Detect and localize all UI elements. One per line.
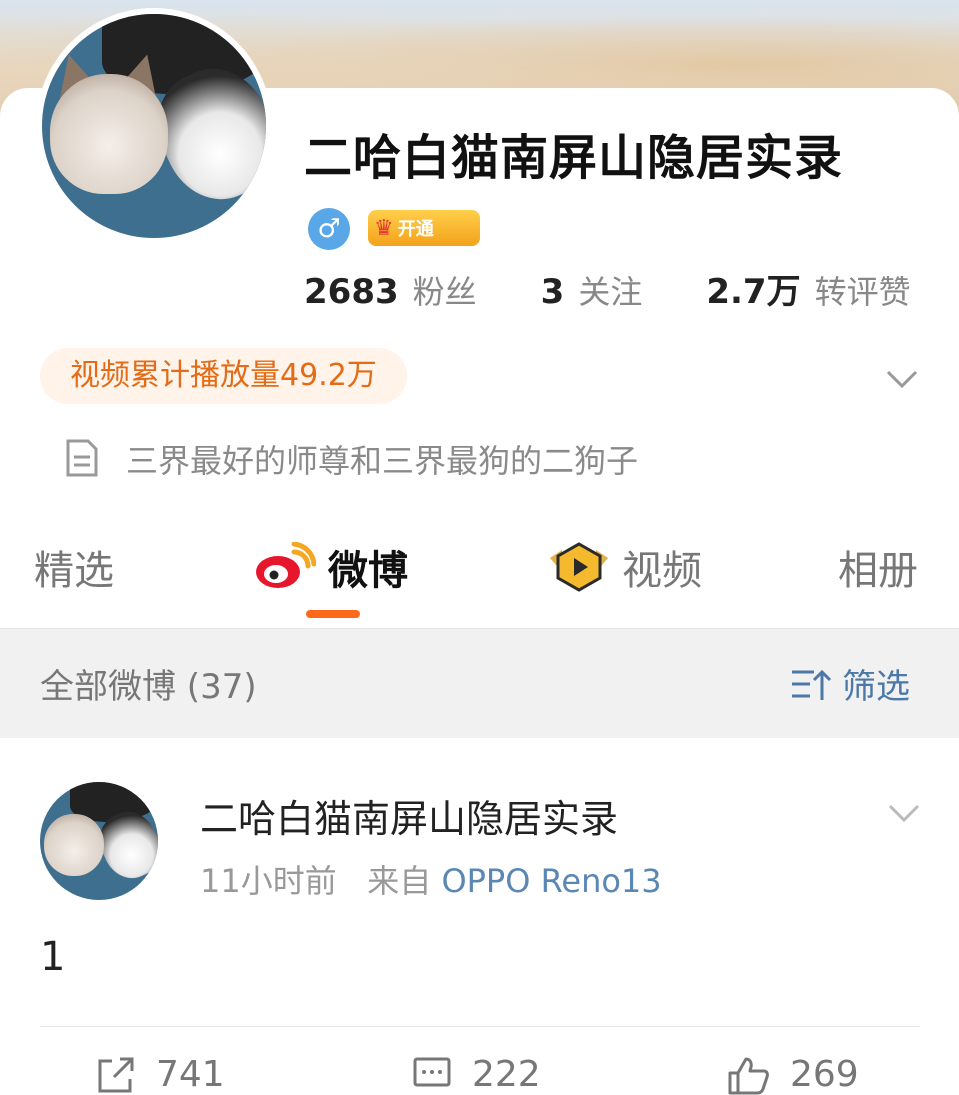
crown-icon: ♛ <box>374 215 394 241</box>
tab-album[interactable]: 相册 <box>838 538 918 596</box>
video-channel-icon <box>550 542 608 592</box>
filter-button[interactable]: 筛选 <box>790 659 910 708</box>
active-tab-indicator <box>306 610 360 618</box>
thumbs-up-icon <box>728 1057 769 1094</box>
like-count: 269 <box>790 1054 859 1095</box>
chevron-down-icon[interactable] <box>884 360 920 396</box>
repost-icon <box>98 1057 134 1092</box>
post-text: 1 <box>40 934 66 980</box>
profile-card: 二哈白猫南屏山隐居实录 ♂ ♛ 开通 2683 粉丝 3 关注 2.7万 转评赞… <box>0 8 959 628</box>
comment-count: 222 <box>472 1054 541 1095</box>
profile-intro: 三界最好的师尊和三界最狗的二狗子 <box>126 442 639 480</box>
post-meta: 11小时前 来自 OPPO Reno13 <box>200 856 662 902</box>
filter-bar: 全部微博 (37) 筛选 <box>0 628 959 739</box>
tab-label: 微博 <box>328 548 408 594</box>
tab-label: 精选 <box>34 548 114 594</box>
post-source-prefix: 来自 <box>367 862 432 900</box>
avatar[interactable] <box>42 14 266 238</box>
repost-count: 741 <box>156 1054 225 1095</box>
weibo-logo-icon <box>256 542 316 588</box>
stat-label: 粉丝 <box>412 273 477 311</box>
post-author-name[interactable]: 二哈白猫南屏山隐居实录 <box>200 788 618 843</box>
tab-video[interactable]: 视频 <box>548 538 702 596</box>
profile-tabs: 精选 微博 视频 相册 <box>0 528 959 628</box>
comment-button[interactable]: 222 <box>412 1054 541 1095</box>
profile-name: 二哈白猫南屏山隐居实录 <box>304 130 844 186</box>
chevron-down-icon[interactable] <box>886 794 922 830</box>
post-author-avatar[interactable] <box>40 782 158 900</box>
stat-value: 2683 <box>304 272 399 312</box>
post-source[interactable]: OPPO Reno13 <box>441 862 661 900</box>
post-time: 11小时前 <box>200 862 337 900</box>
divider <box>40 1026 920 1027</box>
filter-button-label: 筛选 <box>842 667 910 707</box>
vip-badge[interactable]: ♛ 开通 <box>368 210 480 246</box>
profile-avatar-frame <box>36 8 272 244</box>
tab-featured[interactable]: 精选 <box>34 538 114 596</box>
tab-weibo[interactable]: 微博 <box>254 538 408 596</box>
stat-label: 关注 <box>578 273 643 311</box>
repost-button[interactable]: 741 <box>96 1054 225 1095</box>
like-button[interactable]: 269 <box>726 1054 859 1095</box>
stat-interactions[interactable]: 2.7万 转评赞 <box>706 264 910 313</box>
avatar-cat-face <box>44 814 104 876</box>
stat-label: 转评赞 <box>814 273 911 311</box>
profile-stats: 2683 粉丝 3 关注 2.7万 转评赞 <box>304 264 911 313</box>
male-gender-icon: ♂ <box>308 208 350 250</box>
vip-badge-label: 开通 <box>397 219 434 240</box>
comment-icon <box>413 1057 451 1086</box>
avatar-cat-face <box>50 74 168 194</box>
sort-filter-icon <box>792 669 832 700</box>
weibo-post: 二哈白猫南屏山隐居实录 11小时前 来自 OPPO Reno13 1 741 2… <box>0 738 959 1095</box>
stat-value: 3 <box>540 272 565 312</box>
stat-value: 2.7万 <box>706 272 801 312</box>
stat-following[interactable]: 3 关注 <box>541 267 643 313</box>
video-plays-pill[interactable]: 视频累计播放量49.2万 <box>40 348 407 404</box>
tab-label: 视频 <box>622 548 702 594</box>
document-icon <box>66 439 98 477</box>
all-weibo-count: 全部微博 (37) <box>40 667 257 707</box>
stat-followers[interactable]: 2683 粉丝 <box>304 267 477 313</box>
tab-label: 相册 <box>838 548 918 594</box>
